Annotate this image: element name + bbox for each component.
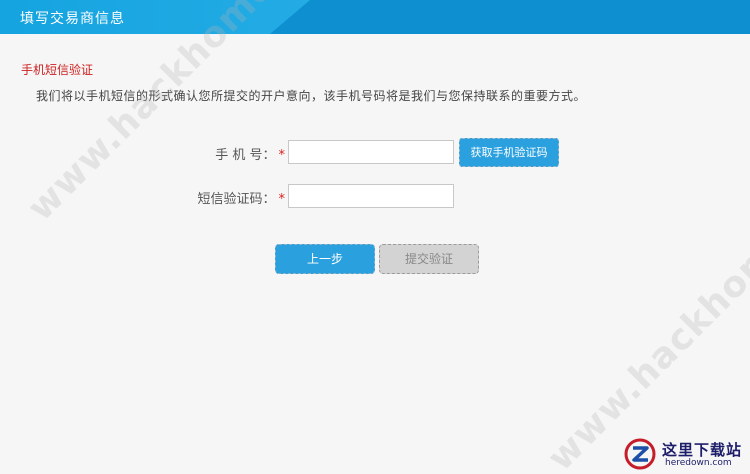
logo-cn-text: 这里下载站 xyxy=(662,441,743,459)
page-header: 填写交易商信息 xyxy=(0,0,750,34)
page-title: 填写交易商信息 xyxy=(20,11,125,27)
code-label-text: 短信验证码： xyxy=(197,192,276,207)
code-label: 短信验证码： * xyxy=(197,188,285,207)
watermark-text: www.hackhome.com xyxy=(540,144,750,474)
sms-code-input[interactable] xyxy=(288,184,454,208)
phone-input[interactable] xyxy=(288,140,454,164)
logo-z-icon xyxy=(624,438,656,470)
phone-row: 手 机 号： * xyxy=(0,140,285,164)
submit-verification-button[interactable]: 提交验证 xyxy=(379,244,479,274)
required-mark: * xyxy=(278,148,286,163)
header-stripe xyxy=(270,0,750,34)
phone-label-text: 手 机 号： xyxy=(215,148,276,163)
logo-en-text: heredown.com xyxy=(665,458,732,468)
prev-step-button[interactable]: 上一步 xyxy=(275,244,375,274)
site-logo: 这里下载站 heredown.com xyxy=(618,436,748,472)
section-title: 手机短信验证 xyxy=(21,63,94,77)
get-code-button[interactable]: 获取手机验证码 xyxy=(459,138,559,167)
phone-label: 手 机 号： * xyxy=(215,144,285,163)
required-mark: * xyxy=(278,192,286,207)
